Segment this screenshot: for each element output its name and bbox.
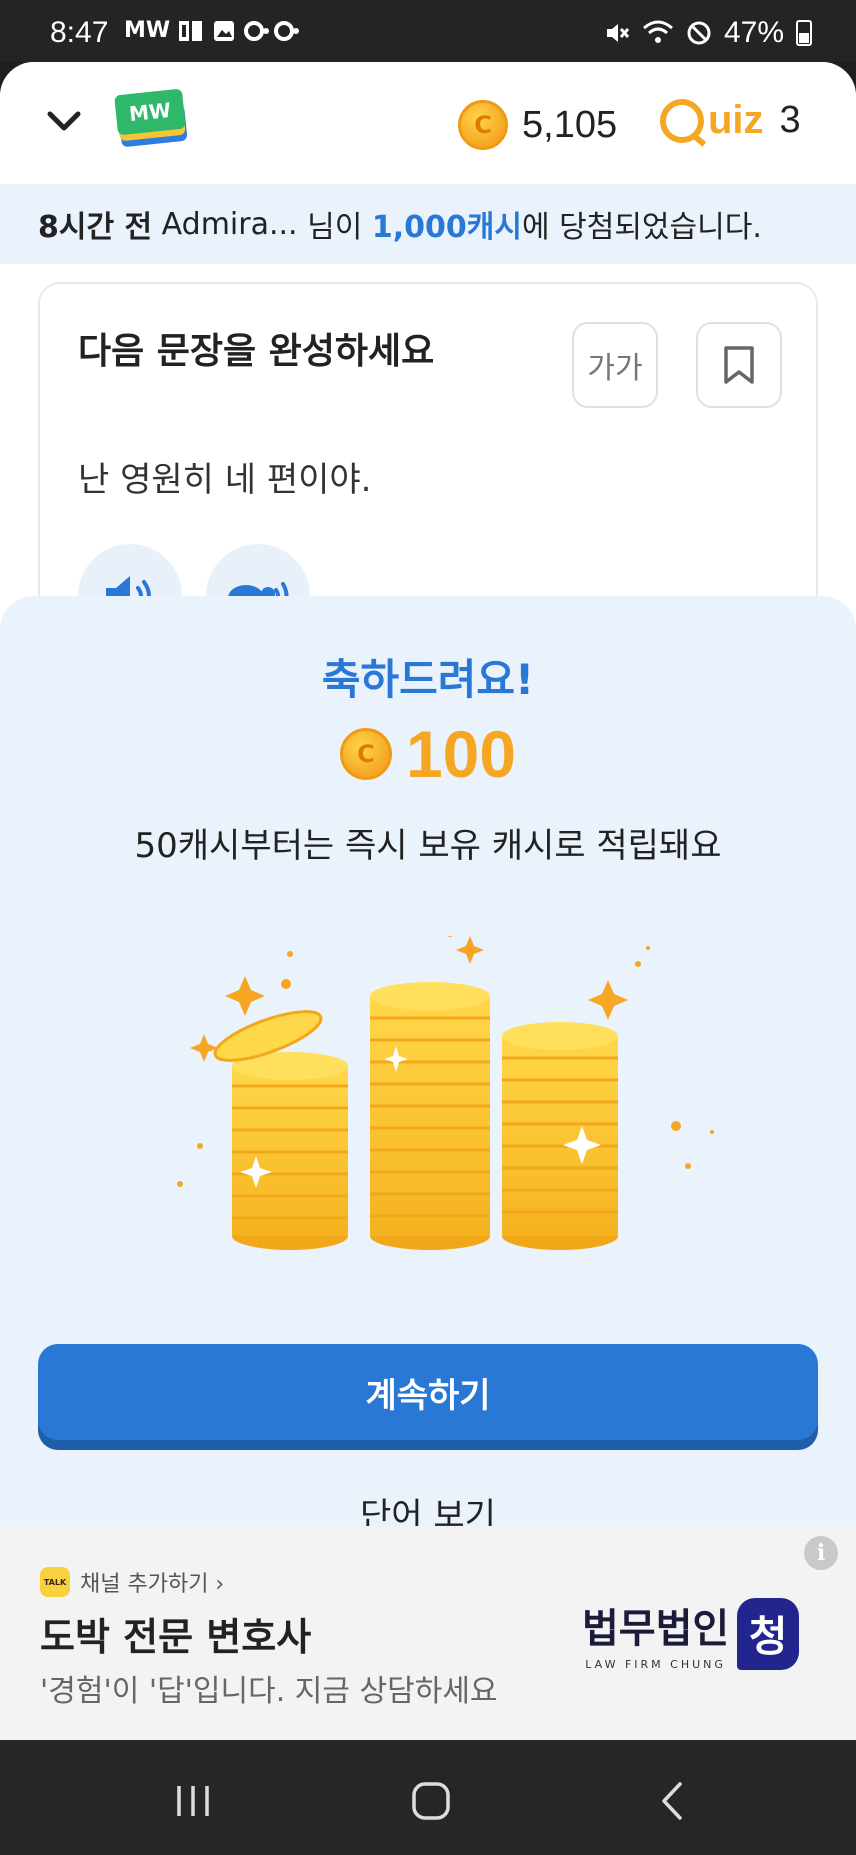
battery-icon bbox=[796, 20, 812, 46]
reward-value: 100 bbox=[405, 717, 517, 791]
system-nav-bar bbox=[0, 1740, 856, 1855]
app-notification-icon bbox=[179, 20, 203, 41]
coin-icon: C bbox=[458, 100, 508, 150]
logo-text: MW bbox=[114, 88, 186, 136]
battery-percent: 47% bbox=[723, 16, 784, 49]
chevron-down-icon[interactable] bbox=[44, 102, 84, 142]
bookmark-icon bbox=[724, 346, 754, 384]
winner-ticker: 8시간 전 Admira... 님이 1,000캐시 에 당첨되었습니다. bbox=[0, 184, 856, 264]
ticker-time: 8시간 전 bbox=[38, 210, 153, 245]
status-bar: 8:47 MW 47% bbox=[0, 0, 856, 62]
ticker-tail: 에 당첨되었습니다. bbox=[521, 210, 762, 245]
ad-brand-badge: 청 bbox=[737, 1597, 800, 1670]
mw-notification-icon: MW bbox=[124, 18, 171, 43]
ad-channel-label: 채널 추가하기 › bbox=[80, 1572, 225, 1597]
gallery-notification-icon bbox=[214, 20, 235, 41]
dots-notification-icon bbox=[244, 20, 300, 41]
recent-apps-icon[interactable] bbox=[168, 1776, 218, 1826]
ad-subline: '경험'이 '답'입니다. 지금 상담하세요 bbox=[40, 1674, 498, 1709]
question-title: 다음 문장을 완성하세요 bbox=[78, 331, 435, 372]
ad-channel-add[interactable]: TALK 채널 추가하기 › bbox=[40, 1566, 224, 1598]
app-logo: MW bbox=[114, 88, 190, 148]
quiz-q-icon bbox=[660, 98, 704, 143]
home-icon[interactable] bbox=[406, 1776, 456, 1826]
reward-description: 50캐시부터는 즉시 보유 캐시로 적립돼요 bbox=[134, 826, 722, 866]
ad-headline: 도박 전문 변호사 bbox=[40, 1615, 312, 1659]
app-window: MW C 5,105 uiz 3 8시간 전 Admira... 님이 1,00… bbox=[0, 62, 856, 1740]
back-icon[interactable] bbox=[648, 1776, 698, 1826]
notification-icons: MW bbox=[124, 18, 304, 43]
system-icons: 47% bbox=[604, 16, 812, 50]
ad-brand-logo: 법무법인 LAW FIRM CHUNG 청 bbox=[582, 1596, 800, 1671]
quiz-counter[interactable]: uiz 3 bbox=[660, 98, 801, 143]
ad-brand-english: LAW FIRM CHUNG bbox=[585, 1658, 726, 1671]
quiz-count: 3 bbox=[779, 99, 801, 141]
quiz-label: uiz bbox=[708, 98, 764, 142]
kakaotalk-icon: TALK bbox=[40, 1567, 70, 1597]
cash-balance[interactable]: C 5,105 bbox=[458, 100, 617, 150]
wifi-icon bbox=[642, 20, 673, 43]
mute-icon bbox=[606, 24, 630, 42]
ticker-user: Admira... bbox=[161, 206, 298, 242]
ticker-prize: 1,000캐시 bbox=[371, 210, 522, 245]
balance-amount: 5,105 bbox=[522, 103, 618, 146]
font-size-button[interactable]: 가가 bbox=[572, 322, 658, 408]
coin-icon: C bbox=[339, 728, 392, 780]
ad-brand-name: 법무법인 bbox=[582, 1606, 730, 1652]
congrats-title: 축하드려요! bbox=[321, 655, 535, 704]
do-not-disturb-icon bbox=[687, 21, 711, 45]
coin-stacks-illustration bbox=[177, 936, 714, 1250]
ad-info-icon[interactable]: i bbox=[804, 1536, 838, 1570]
app-header: MW C 5,105 uiz 3 bbox=[0, 62, 856, 184]
ad-banner[interactable]: i TALK 채널 추가하기 › 도박 전문 변호사 '경험'이 '답'입니다.… bbox=[0, 1526, 856, 1740]
continue-button[interactable]: 계속하기 bbox=[38, 1344, 818, 1440]
ticker-mid: 님이 bbox=[297, 210, 372, 245]
reward-sheet: 축하드려요! C 100 50캐시부터는 즉시 보유 캐시로 적립돼요 계속하기… bbox=[0, 596, 856, 1536]
status-time: 8:47 bbox=[50, 16, 109, 49]
question-sentence: 난 영원히 네 편이야. bbox=[78, 460, 372, 500]
reward-amount: C 100 bbox=[0, 716, 856, 792]
bookmark-button[interactable] bbox=[696, 322, 782, 408]
